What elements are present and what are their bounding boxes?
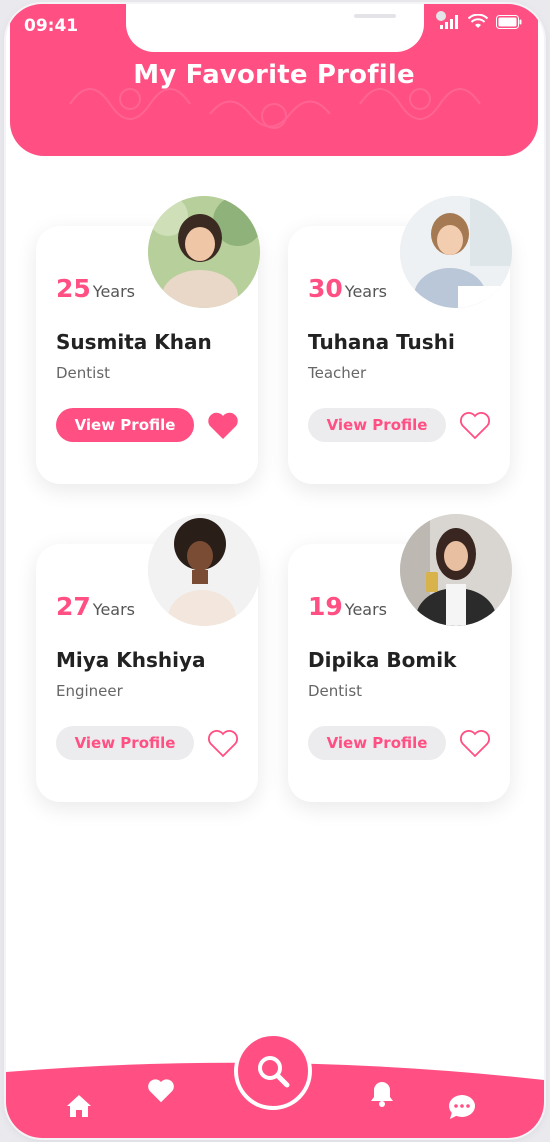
profile-profession: Dentist [56, 364, 111, 382]
profile-profession: Engineer [56, 682, 123, 700]
nav-messages[interactable] [448, 1094, 476, 1120]
profile-avatar [400, 514, 512, 626]
view-profile-button[interactable]: View Profile [308, 726, 446, 760]
age-label: 30 Years [308, 274, 387, 303]
age-unit: Years [344, 282, 388, 301]
nav-notifications[interactable] [370, 1080, 394, 1108]
bottom-navigation [6, 1032, 544, 1138]
heart-outline-icon[interactable] [458, 727, 492, 759]
age-value: 27 [56, 592, 91, 621]
view-profile-button[interactable]: View Profile [56, 726, 194, 760]
bell-icon [371, 1082, 393, 1107]
profile-card[interactable]: 30 Years Tuhana Tushi Teacher View Profi… [288, 196, 512, 484]
profile-name: Miya Khshiya [56, 648, 206, 672]
age-unit: Years [92, 600, 136, 619]
profile-name: Dipika Bomik [308, 648, 457, 672]
page-title: My Favorite Profile [133, 60, 415, 90]
battery-icon [496, 15, 522, 29]
wifi-icon [468, 14, 488, 28]
age-value: 19 [308, 592, 343, 621]
profile-avatar [400, 196, 512, 308]
profile-name: Tuhana Tushi [308, 330, 455, 354]
status-time: 09:41 [24, 16, 79, 36]
status-icons [440, 14, 522, 29]
age-unit: Years [92, 282, 136, 301]
search-icon [258, 1056, 290, 1088]
chat-icon [449, 1095, 475, 1119]
view-profile-button[interactable]: View Profile [56, 408, 194, 442]
speaker-grille [354, 14, 396, 18]
profile-profession: Teacher [308, 364, 367, 382]
home-icon [67, 1095, 91, 1117]
profile-photo [148, 514, 260, 626]
heart-outline-icon[interactable] [458, 409, 492, 441]
nav-search[interactable] [234, 1032, 312, 1110]
profile-photo [400, 196, 512, 308]
profile-card[interactable]: 19 Years Dipika Bomik Dentist View Profi… [288, 514, 512, 802]
age-label: 19 Years [308, 592, 387, 621]
profile-avatar [148, 196, 260, 308]
age-value: 25 [56, 274, 91, 303]
profile-name: Susmita Khan [56, 330, 212, 354]
profile-card[interactable]: 25 Years Susmita Khan Dentist View Profi… [36, 196, 260, 484]
profile-profession: Dentist [308, 682, 363, 700]
heart-icon [148, 1079, 174, 1103]
profile-avatar [148, 514, 260, 626]
age-label: 27 Years [56, 592, 135, 621]
profile-photo [400, 514, 512, 626]
signal-icon [440, 15, 458, 29]
age-value: 30 [308, 274, 343, 303]
heart-outline-icon[interactable] [206, 727, 240, 759]
profile-photo [148, 196, 260, 308]
age-unit: Years [344, 600, 388, 619]
nav-favorites[interactable] [146, 1076, 176, 1104]
profile-card[interactable]: 27 Years Miya Khshiya Engineer View Prof… [36, 514, 260, 802]
device-notch [126, 4, 446, 52]
nav-home[interactable] [66, 1094, 92, 1118]
heart-icon[interactable] [206, 409, 240, 441]
view-profile-button[interactable]: View Profile [308, 408, 446, 442]
phone-screen: My Favorite Profile 09:41 25 Years Susmi… [6, 4, 544, 1138]
age-label: 25 Years [56, 274, 135, 303]
